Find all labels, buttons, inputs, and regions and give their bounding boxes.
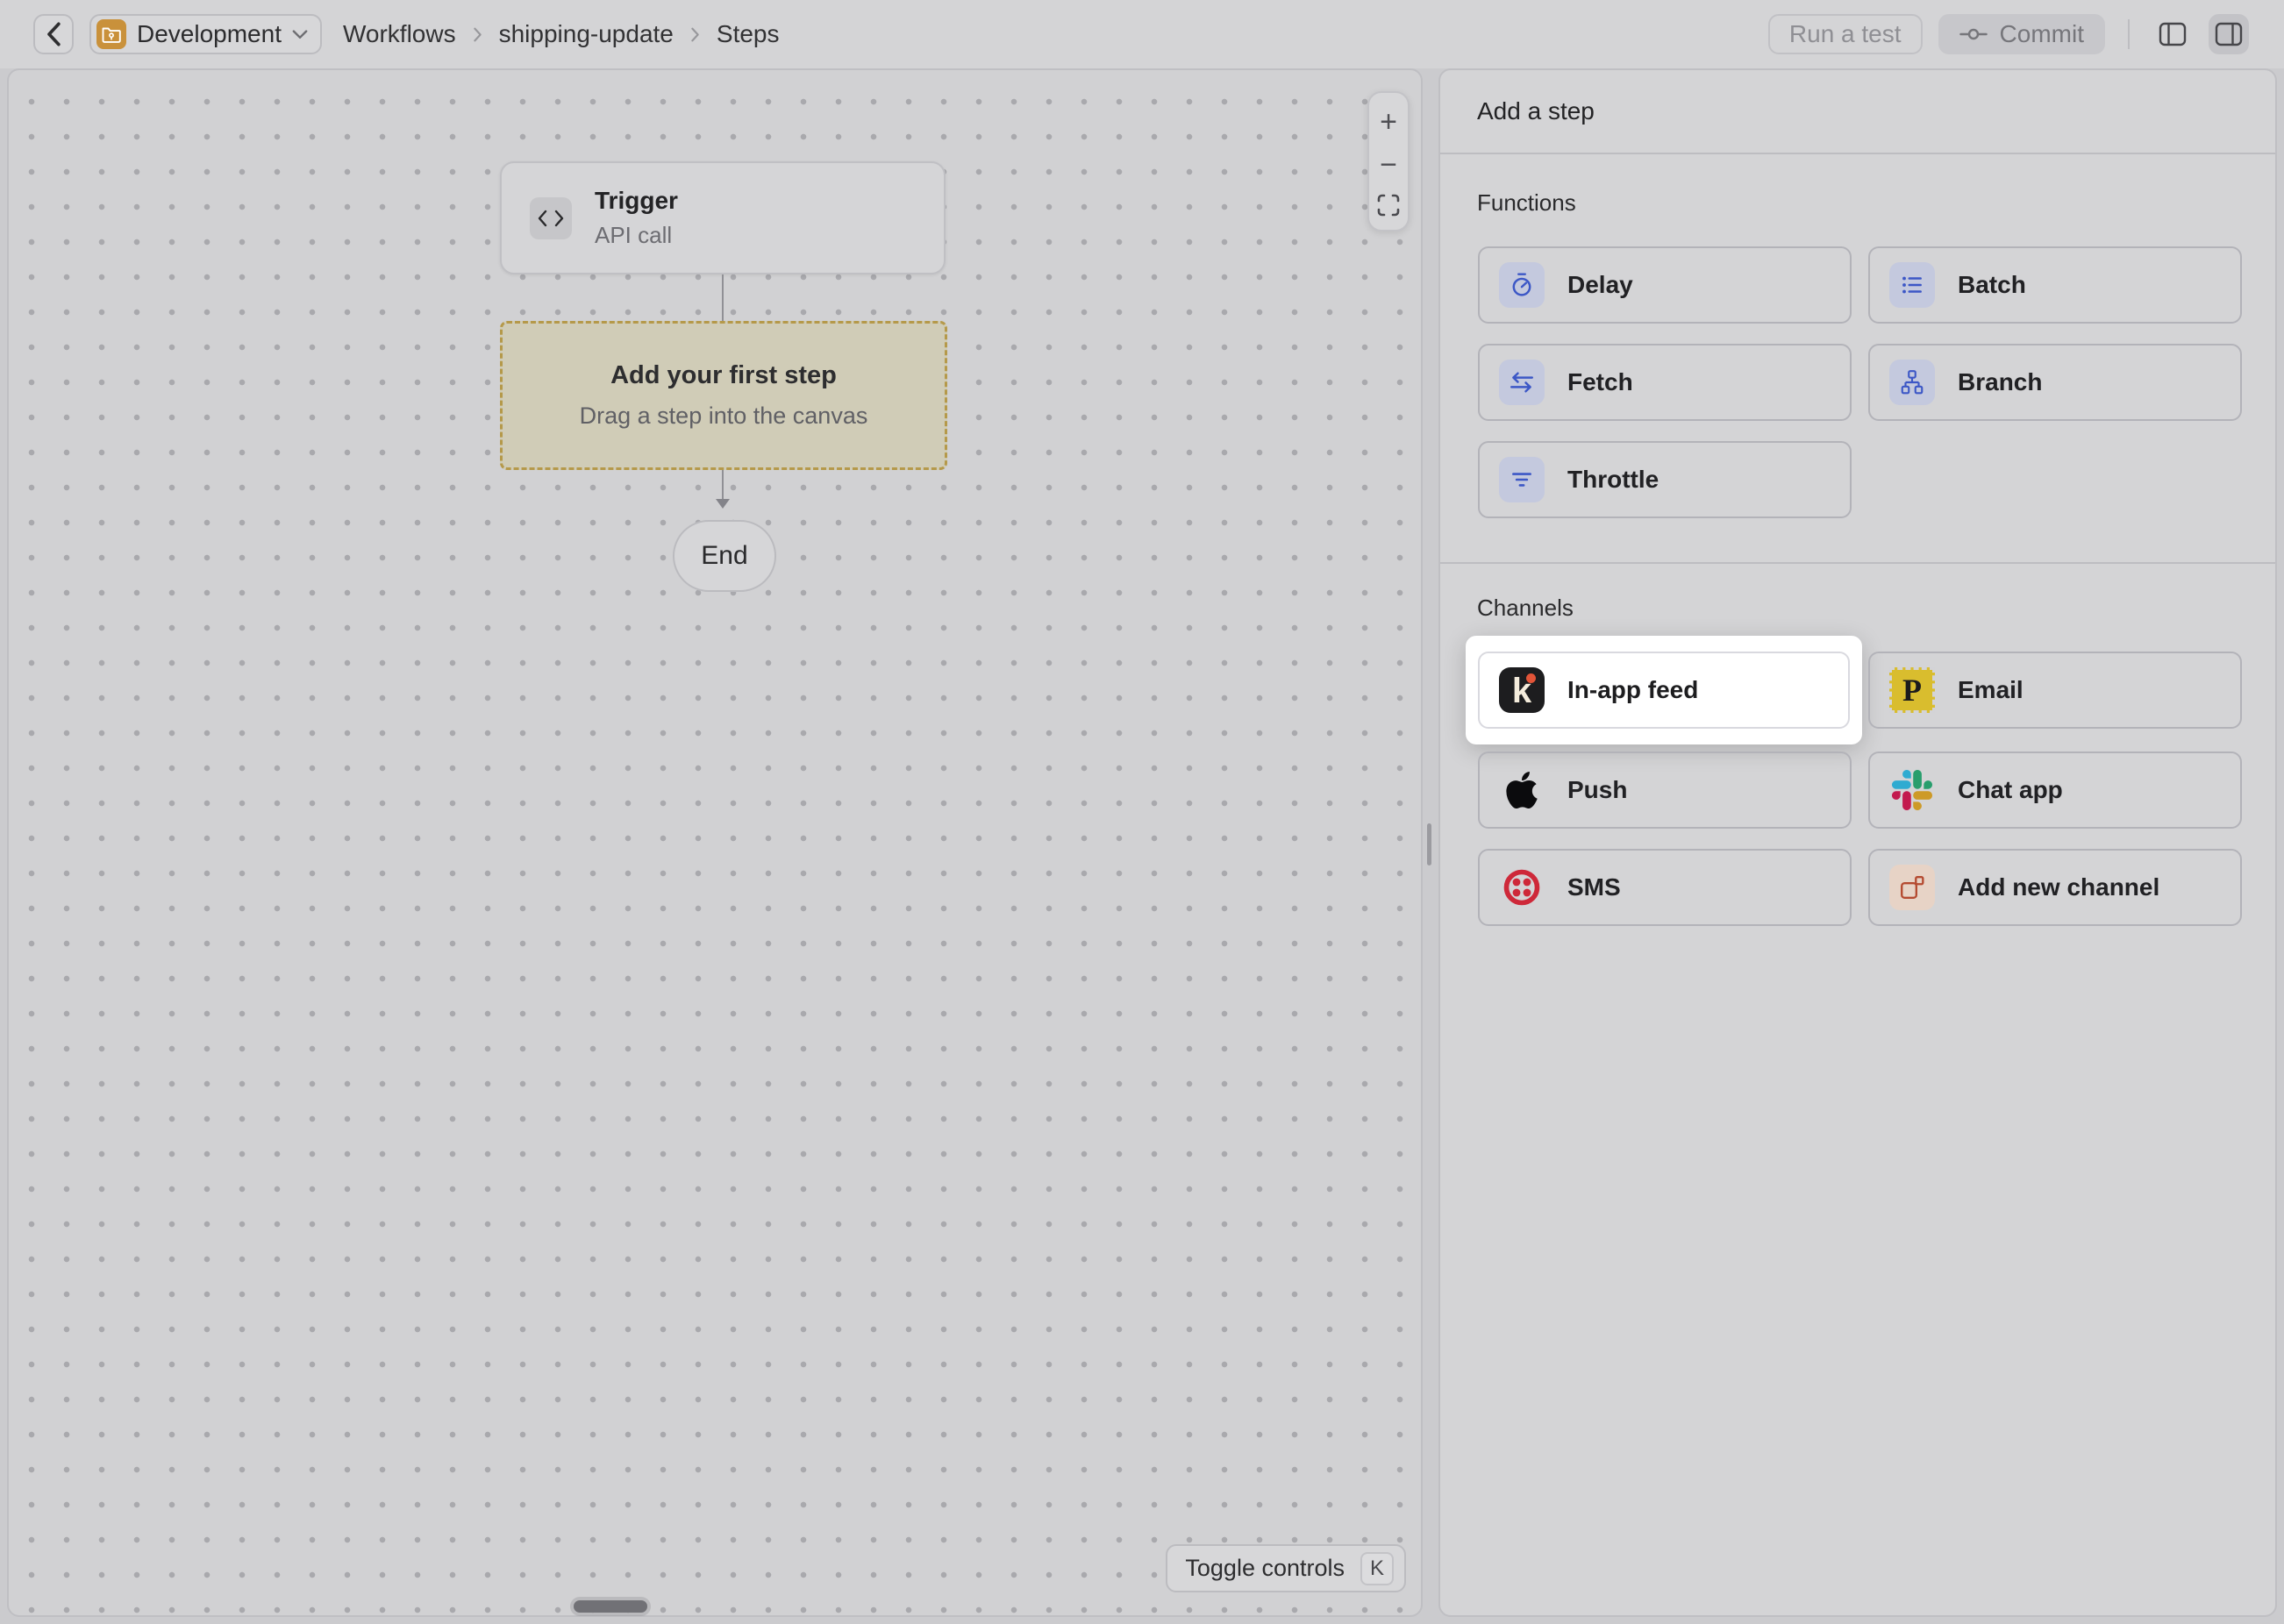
throttle-lines-icon (1499, 457, 1545, 502)
channel-card-chat-app[interactable]: Chat app (1868, 751, 2242, 829)
step-card-label: In-app feed (1567, 676, 1698, 704)
breadcrumb-item-workflow-key[interactable]: shipping-update (499, 20, 674, 48)
channel-card-sms[interactable]: SMS (1478, 849, 1852, 926)
run-test-label: Run a test (1789, 20, 1902, 48)
function-card-fetch[interactable]: Fetch (1478, 344, 1852, 421)
function-card-delay[interactable]: Delay (1478, 246, 1852, 324)
batch-list-icon (1889, 262, 1935, 308)
panel-title: Add a step (1477, 97, 1595, 125)
functions-section-label: Functions (1477, 189, 1576, 217)
panel-right-toggle-button[interactable] (2209, 14, 2249, 54)
channel-card-add-new-channel[interactable]: Add new channel (1868, 849, 2242, 926)
zoom-in-button[interactable]: + (1369, 107, 1408, 137)
chevron-right-icon (689, 26, 701, 43)
breadcrumb: Workflows shipping-update Steps (343, 20, 780, 48)
panel-right-icon (2215, 22, 2243, 46)
chevron-right-icon (472, 26, 483, 43)
fit-view-icon (1377, 194, 1400, 217)
folder-lock-icon (96, 19, 126, 49)
plus-icon: + (1380, 107, 1397, 137)
trigger-subtitle: API call (595, 222, 678, 249)
step-card-label: Delay (1567, 271, 1633, 299)
section-divider (1440, 562, 2275, 564)
function-card-throttle[interactable]: Throttle (1478, 441, 1852, 518)
breadcrumb-item-steps[interactable]: Steps (717, 20, 780, 48)
panel-header: Add a step (1440, 70, 2275, 154)
postmark-logo-icon: P (1889, 667, 1935, 713)
zoom-out-button[interactable]: − (1369, 150, 1408, 180)
step-card-label: Fetch (1567, 368, 1633, 396)
commit-button[interactable]: Commit (1938, 14, 2105, 54)
step-card-label: SMS (1567, 873, 1621, 901)
function-card-branch[interactable]: Branch (1868, 344, 2242, 421)
horizontal-scrollbar-thumb[interactable] (574, 1600, 647, 1613)
channels-section-label: Channels (1477, 595, 1574, 622)
delay-stopwatch-icon (1499, 262, 1545, 308)
keyboard-shortcut-badge: K (1360, 1552, 1394, 1585)
breadcrumb-item-workflows[interactable]: Workflows (343, 20, 456, 48)
function-card-batch[interactable]: Batch (1868, 246, 2242, 324)
top-bar: Development Workflows shipping-update St… (0, 0, 2284, 68)
twilio-logo-icon (1499, 865, 1545, 910)
chevron-down-icon (292, 30, 308, 39)
connector-line (722, 274, 724, 321)
apple-logo-icon (1499, 767, 1545, 813)
environment-switcher[interactable]: Development (89, 14, 322, 54)
panel-left-toggle-button[interactable] (2152, 14, 2193, 54)
step-card-label: Throttle (1567, 466, 1659, 494)
step-card-label: Branch (1958, 368, 2042, 396)
minus-icon: − (1380, 150, 1397, 180)
connector-arrowhead (716, 499, 730, 509)
first-step-dropzone[interactable]: Add your first step Drag a step into the… (500, 321, 947, 470)
toolbar-divider (2128, 19, 2130, 49)
toggle-controls-button[interactable]: Toggle controls K (1166, 1544, 1406, 1592)
run-test-button[interactable]: Run a test (1768, 14, 1923, 54)
commit-label: Commit (2000, 20, 2084, 48)
workflow-canvas[interactable]: Trigger API call Add your first step Dra… (7, 68, 1423, 1617)
back-button[interactable] (33, 14, 74, 54)
chevron-left-icon (44, 21, 63, 47)
panel-left-icon (2159, 22, 2187, 46)
vertical-scrollbar-thumb[interactable] (1427, 823, 1431, 865)
spotlight-highlight: k In-app feed (1466, 636, 1862, 744)
code-brackets-icon (530, 197, 572, 239)
git-commit-icon (1959, 25, 1988, 43)
dropzone-title: Add your first step (610, 361, 837, 390)
toggle-controls-label: Toggle controls (1185, 1555, 1345, 1582)
channel-card-email[interactable]: P Email (1868, 652, 2242, 729)
dropzone-subtitle: Drag a step into the canvas (580, 402, 868, 430)
step-card-label: Chat app (1958, 776, 2063, 804)
zoom-controls: + − (1367, 91, 1410, 231)
connector-line (722, 470, 724, 500)
end-label: End (701, 541, 747, 571)
trigger-node[interactable]: Trigger API call (500, 161, 946, 274)
slack-logo-icon (1889, 767, 1935, 813)
add-step-panel: Add a step Functions Delay Batch Fetch B… (1438, 68, 2277, 1617)
environment-label: Development (137, 20, 282, 48)
branch-tree-icon (1889, 360, 1935, 405)
knock-logo-icon: k (1499, 667, 1545, 713)
trigger-title: Trigger (595, 187, 678, 215)
end-node[interactable]: End (673, 520, 776, 592)
channel-card-push[interactable]: Push (1478, 751, 1852, 829)
fit-view-button[interactable] (1369, 194, 1408, 217)
fetch-arrows-icon (1499, 360, 1545, 405)
step-card-label: Email (1958, 676, 2023, 704)
step-card-label: Add new channel (1958, 873, 2159, 901)
step-card-label: Push (1567, 776, 1627, 804)
add-channel-blocks-icon (1889, 865, 1935, 910)
step-card-label: Batch (1958, 271, 2026, 299)
channel-card-in-app-feed[interactable]: k In-app feed (1478, 652, 1850, 729)
